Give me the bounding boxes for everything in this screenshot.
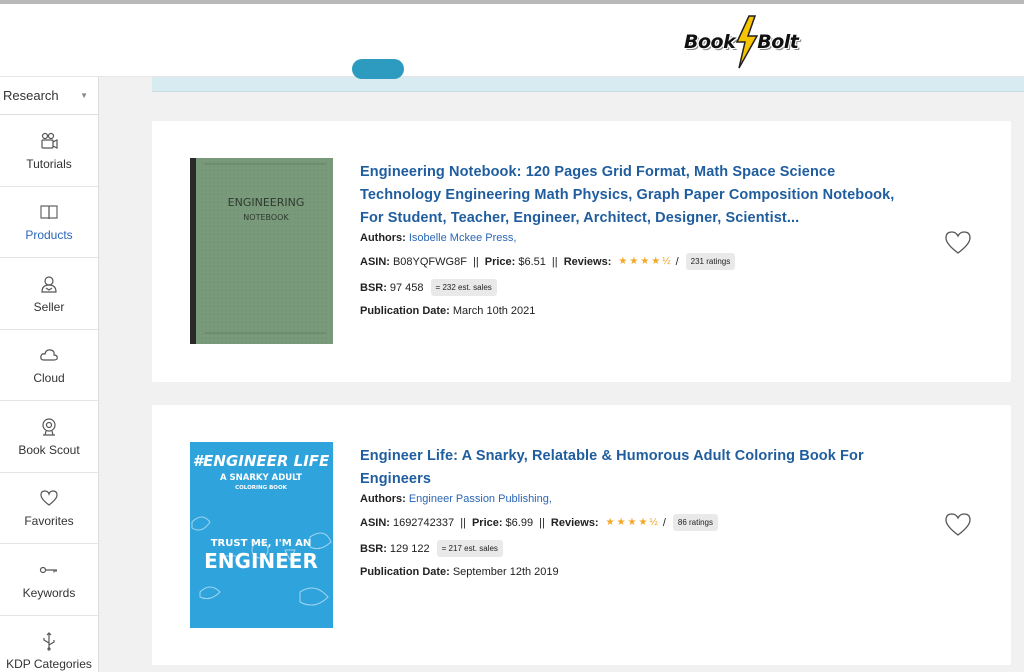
sidebar-item-label: Tutorials — [26, 156, 72, 171]
sidebar-item-label: Products — [25, 228, 73, 243]
bookbolt-logo[interactable]: Book Bolt — [684, 14, 799, 70]
ratings-badge: 86 ratings — [672, 514, 719, 531]
sidebar-item-label: Favorites — [24, 514, 74, 529]
separator: || — [536, 516, 548, 529]
webcam-icon — [38, 416, 60, 438]
product-title[interactable]: Engineer Life: A Snarky, Relatable & Hum… — [360, 445, 920, 491]
publication-date: September 12th 2019 — [452, 566, 559, 578]
logo-text-bolt: Bolt — [757, 31, 799, 53]
product-card: #ENGINEER LIFE A SNARKY ADULT COLORING B… — [152, 405, 1011, 665]
publication-label: Publication Date: — [360, 566, 450, 578]
heart-icon — [38, 487, 60, 509]
search-banner — [152, 59, 1024, 92]
sidebar-item-tutorials[interactable]: Tutorials — [0, 115, 98, 187]
asin-label: ASIN: — [360, 255, 390, 268]
price-value: $6.99 — [505, 516, 534, 529]
banner-button[interactable] — [352, 59, 404, 79]
star-rating: ★★★★½ — [618, 256, 673, 267]
video-camera-icon — [38, 130, 60, 152]
separator: || — [457, 516, 469, 529]
sidebar-item-keywords[interactable]: Keywords — [0, 544, 98, 616]
research-dropdown[interactable]: Research ▼ — [0, 77, 98, 115]
reviews-label: Reviews: — [563, 255, 612, 268]
asin-row: ASIN: B08YQFWG8F || Price: $6.51 || Revie… — [360, 253, 920, 270]
asin-row: ASIN: 1692742337 || Price: $6.99 || Revie… — [360, 514, 920, 531]
bsr-row: BSR: 97 458 = 232 est. sales — [360, 279, 920, 296]
publication-date: March 10th 2021 — [452, 305, 536, 317]
cover-headline: ENGINEER — [204, 549, 318, 573]
usb-icon — [38, 630, 60, 652]
author-link[interactable]: Engineer Passion Publishing, — [409, 493, 552, 505]
favorite-heart-button[interactable] — [944, 511, 972, 537]
sidebar-item-label: Book Scout — [18, 442, 80, 457]
cover-title: #ENGINEER LIFE — [193, 452, 330, 470]
asin-value: 1692742337 — [392, 516, 455, 529]
cover-subtitle-2: COLORING BOOK — [235, 485, 288, 491]
heart-icon — [945, 231, 971, 254]
app-header: Book Bolt — [0, 4, 1024, 77]
bsr-label: BSR: — [360, 281, 387, 294]
user-icon — [38, 273, 60, 295]
star-rating: ★★★★½ — [605, 517, 660, 528]
authors-label: Authors: — [360, 232, 406, 244]
asin-label: ASIN: — [360, 516, 390, 529]
separator: / — [662, 516, 666, 529]
product-card: ENGINEERING NOTEBOOK Engineering Noteboo… — [152, 121, 1011, 382]
reviews-label: Reviews: — [550, 516, 599, 529]
separator: || — [548, 255, 561, 268]
price-label: Price: — [484, 255, 516, 268]
sidebar-item-favorites[interactable]: Favorites — [0, 473, 98, 544]
sidebar-item-cloud[interactable]: Cloud — [0, 330, 98, 401]
bsr-label: BSR: — [360, 542, 387, 555]
price-value: $6.51 — [518, 255, 546, 268]
author-link[interactable]: Isobelle Mckee Press, — [409, 232, 517, 244]
heart-icon — [945, 513, 971, 536]
cloud-icon — [38, 344, 60, 366]
publication-row: Publication Date: September 12th 2019 — [360, 566, 920, 578]
separator: / — [675, 255, 679, 268]
sidebar-item-label: KDP Categories — [6, 657, 92, 672]
separator: || — [469, 255, 482, 268]
sidebar-item-label: Keywords — [22, 585, 76, 600]
authors-row: Authors: Isobelle Mckee Press, — [360, 232, 920, 244]
key-icon — [38, 559, 60, 581]
book-icon — [38, 201, 60, 223]
sidebar-item-label: Cloud — [33, 371, 65, 386]
publication-label: Publication Date: — [360, 305, 450, 317]
chevron-down-icon: ▼ — [80, 91, 88, 100]
sidebar-item-book-scout[interactable]: Book Scout — [0, 401, 98, 473]
authors-row: Authors: Engineer Passion Publishing, — [360, 493, 920, 505]
asin-value: B08YQFWG8F — [392, 255, 467, 268]
book-cover-image[interactable]: ENGINEERING NOTEBOOK — [190, 158, 333, 344]
sales-badge: = 217 est. sales — [436, 540, 503, 557]
sales-badge: = 232 est. sales — [430, 279, 497, 296]
publication-row: Publication Date: March 10th 2021 — [360, 305, 920, 317]
sidebar-item-kdp-categories[interactable]: KDP Categories — [0, 616, 98, 672]
price-label: Price: — [471, 516, 503, 529]
cover-subtitle: A SNARKY ADULT — [220, 473, 302, 483]
sidebar-item-products[interactable]: Products — [0, 187, 98, 258]
cover-tagline: TRUST ME, I'M AN — [211, 538, 312, 549]
authors-label: Authors: — [360, 493, 406, 505]
bsr-row: BSR: 129 122 = 217 est. sales — [360, 540, 920, 557]
bsr-value: 97 458 — [389, 281, 424, 294]
sidebar-item-seller[interactable]: Seller — [0, 258, 98, 330]
cover-title: ENGINEERING — [228, 196, 305, 209]
bsr-value: 129 122 — [389, 542, 430, 555]
research-dropdown-label: Research — [3, 88, 59, 103]
sidebar: Research ▼ Tutorials Products Seller Clo… — [0, 77, 99, 672]
logo-text-book: Book — [684, 31, 736, 53]
product-title[interactable]: Engineering Notebook: 120 Pages Grid For… — [360, 161, 920, 230]
book-cover-image[interactable]: #ENGINEER LIFE A SNARKY ADULT COLORING B… — [190, 442, 333, 628]
ratings-badge: 231 ratings — [685, 253, 736, 270]
favorite-heart-button[interactable] — [944, 229, 972, 255]
cover-subtitle: NOTEBOOK — [243, 213, 289, 222]
sidebar-item-label: Seller — [33, 299, 65, 314]
